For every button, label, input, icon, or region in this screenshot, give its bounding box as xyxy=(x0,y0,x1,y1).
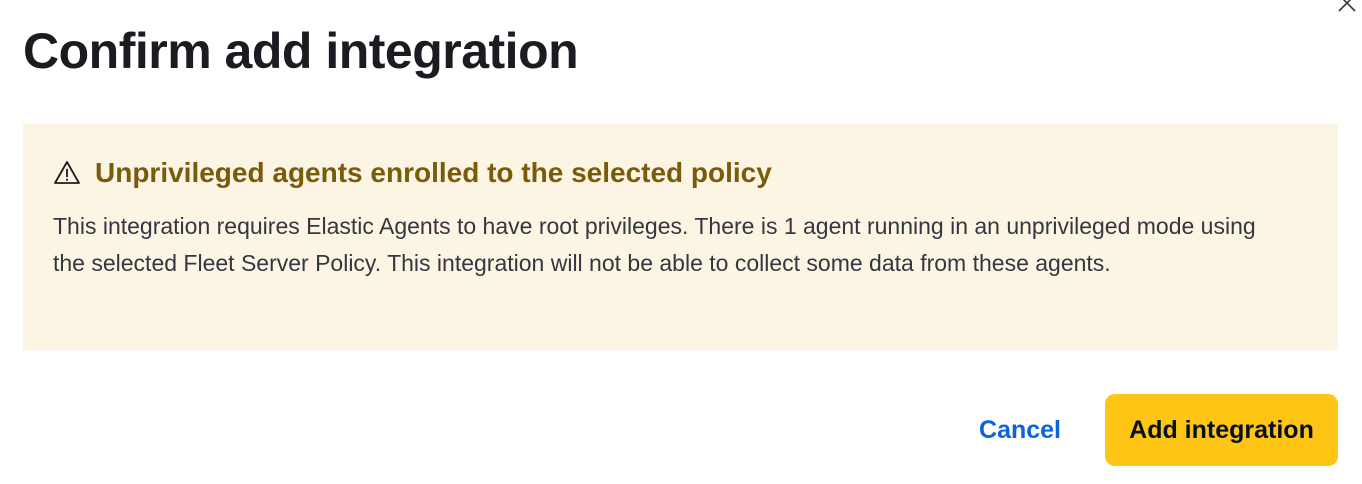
confirm-add-integration-modal: Confirm add integration Unprivileged age… xyxy=(0,0,1362,484)
cancel-button[interactable]: Cancel xyxy=(957,394,1083,466)
add-integration-button[interactable]: Add integration xyxy=(1105,394,1338,466)
modal-footer: Cancel Add integration xyxy=(957,394,1338,466)
modal-title: Confirm add integration xyxy=(23,23,579,79)
close-icon xyxy=(1336,0,1358,19)
callout-body: This integration requires Elastic Agents… xyxy=(53,213,1256,276)
warning-callout: Unprivileged agents enrolled to the sele… xyxy=(23,124,1338,350)
close-button[interactable] xyxy=(1332,0,1362,20)
warning-icon xyxy=(53,159,81,187)
callout-title: Unprivileged agents enrolled to the sele… xyxy=(95,157,772,188)
callout-header: Unprivileged agents enrolled to the sele… xyxy=(53,156,1308,190)
